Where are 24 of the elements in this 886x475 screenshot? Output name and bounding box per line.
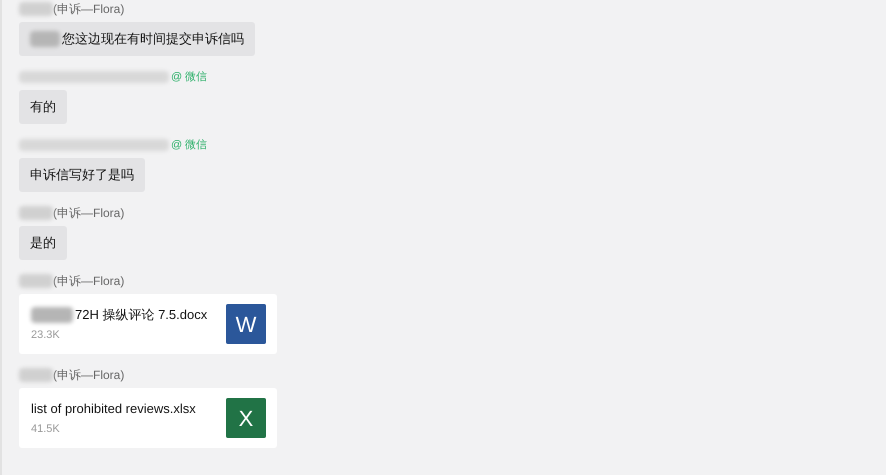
- message-text: 是的: [30, 234, 56, 252]
- file-type-icon: W: [226, 304, 266, 344]
- file-type-icon: X: [226, 398, 266, 438]
- file-name: list of prohibited reviews.xlsx: [31, 400, 196, 418]
- message-text: 有的: [30, 98, 56, 116]
- redaction-mark: [30, 31, 60, 47]
- file-size: 23.3K: [31, 328, 61, 342]
- file-card[interactable]: list of prohibited reviews.xlsx 41.5K X: [19, 388, 277, 448]
- sender-name: (申诉—Flora): [53, 273, 124, 290]
- redaction-mark: [19, 2, 53, 16]
- wechat-tag: @ 微信: [171, 68, 208, 86]
- sender-name: (申诉—Flora): [53, 1, 124, 18]
- redaction-mark: [31, 306, 73, 323]
- redaction-mark: [19, 206, 53, 220]
- redaction-mark: [19, 368, 53, 382]
- message-text: 申诉信写好了是吗: [30, 166, 134, 184]
- redaction-mark: [19, 274, 53, 288]
- sender-name: (申诉—Flora): [53, 205, 124, 222]
- file-size: 41.5K: [31, 422, 61, 436]
- wechat-tag: @ 微信: [171, 136, 208, 154]
- sender-name: (申诉—Flora): [53, 367, 124, 384]
- message-text: 您这边现在有时间提交申诉信吗: [62, 30, 244, 48]
- file-name: 72H 操纵评论 7.5.docx: [75, 306, 208, 324]
- file-card[interactable]: 72H 操纵评论 7.5.docx 23.3K W: [19, 294, 277, 354]
